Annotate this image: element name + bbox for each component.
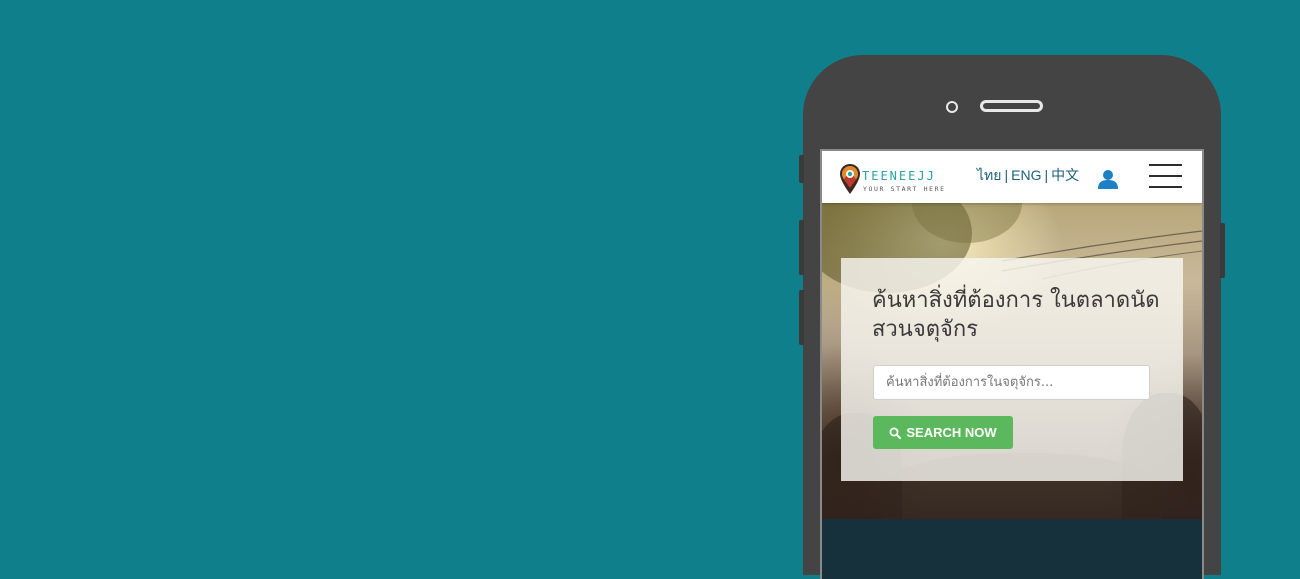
search-now-button[interactable]: SEARCH NOW bbox=[873, 416, 1013, 449]
hero-headline: ค้นหาสิ่งที่ต้องการ ในตลาดนัดสวนจตุจักร bbox=[872, 288, 1160, 342]
lang-thai-link[interactable]: ไทย bbox=[977, 167, 1001, 183]
language-switcher: ไทย | ENG | 中文 bbox=[977, 165, 1079, 187]
navbar: TEENEEJJ YOUR START HERE ไทย | ENG | 中文 bbox=[822, 151, 1202, 203]
footer-section bbox=[822, 519, 1202, 579]
hamburger-menu-icon[interactable] bbox=[1149, 164, 1182, 188]
phone-mockup: TEENEEJJ YOUR START HERE ไทย|ENG|中文 bbox=[799, 55, 1225, 579]
search-input[interactable] bbox=[873, 365, 1150, 400]
lang-english-link[interactable]: ENG bbox=[1011, 167, 1041, 183]
lang-chinese-link[interactable]: 中文 bbox=[1051, 167, 1079, 183]
lang-separator: | bbox=[1004, 167, 1009, 183]
search-panel: ค้นหาสิ่งที่ต้องการ ในตลาดนัดสวนจตุจักร … bbox=[841, 258, 1183, 481]
phone-power-button bbox=[1220, 223, 1225, 278]
search-now-label: SEARCH NOW bbox=[906, 425, 997, 440]
logo-name: TEENEEJJ bbox=[862, 169, 936, 183]
user-icon[interactable] bbox=[1097, 169, 1119, 189]
phone-speaker bbox=[980, 100, 1043, 112]
phone-screen: TEENEEJJ YOUR START HERE ไทย|ENG|中文 bbox=[820, 149, 1204, 579]
lang-separator: | bbox=[1044, 167, 1049, 183]
hero-banner: ค้นหาสิ่งที่ต้องการ ในตลาดนัดสวนจตุจักร … bbox=[822, 203, 1202, 519]
phone-volume-up-button bbox=[799, 220, 804, 275]
phone-volume-down-button bbox=[799, 290, 804, 345]
search-icon bbox=[889, 427, 902, 439]
phone-side-button bbox=[799, 155, 804, 183]
map-pin-icon bbox=[840, 164, 860, 194]
phone-camera bbox=[946, 101, 958, 113]
logo-tagline: YOUR START HERE bbox=[863, 185, 946, 193]
